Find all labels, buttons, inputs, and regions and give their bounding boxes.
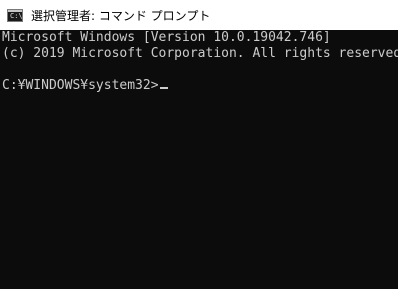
cmd-icon[interactable]: C:\ xyxy=(7,8,23,22)
title-bar[interactable]: C:\ 選択管理者: コマンド プロンプト xyxy=(0,0,398,30)
window-title: 選択管理者: コマンド プロンプト xyxy=(31,8,211,23)
console-output[interactable]: Microsoft Windows [Version 10.0.19042.74… xyxy=(0,30,398,289)
console-line-copyright: (c) 2019 Microsoft Corporation. All righ… xyxy=(2,46,398,61)
text-cursor xyxy=(159,87,168,89)
command-prompt-window: C:\ 選択管理者: コマンド プロンプト Microsoft Windows … xyxy=(0,0,398,289)
console-prompt-line[interactable]: C:¥WINDOWS¥system32> xyxy=(2,78,398,94)
console-line-version: Microsoft Windows [Version 10.0.19042.74… xyxy=(2,30,331,45)
console-prompt: C:¥WINDOWS¥system32> xyxy=(2,78,159,93)
